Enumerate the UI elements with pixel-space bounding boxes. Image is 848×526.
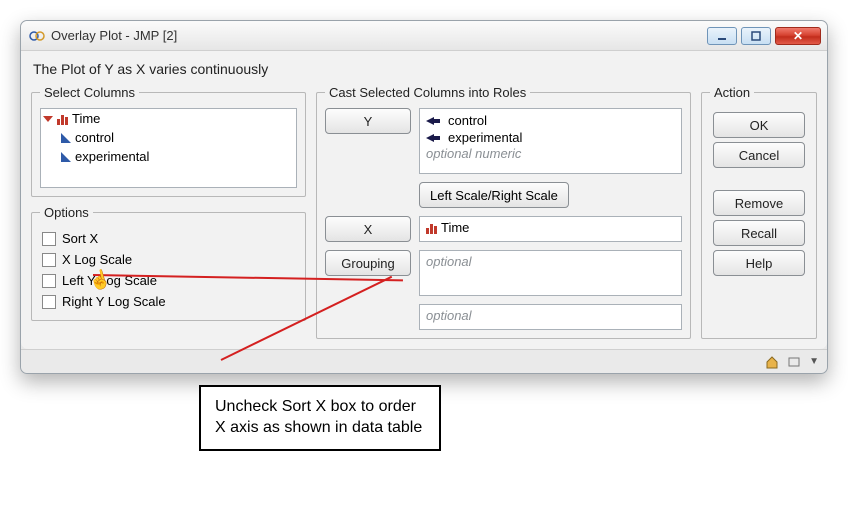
window-frame: Overlay Plot - JMP [2] ✕ The Plot of Y a… <box>20 20 828 374</box>
arrow-left-icon <box>426 117 434 125</box>
action-group: Action OK Cancel Remove Recall Help <box>701 85 817 339</box>
annotation-text: Uncheck Sort X box to order X axis as sh… <box>215 397 425 439</box>
role-item-label: Time <box>441 220 469 235</box>
close-button[interactable]: ✕ <box>775 27 821 45</box>
checkbox[interactable] <box>42 274 56 288</box>
x-role-list[interactable]: Time <box>419 216 682 242</box>
list-item[interactable]: control <box>41 128 296 147</box>
role-item[interactable]: experimental <box>426 129 675 146</box>
x-role-button[interactable]: X <box>325 216 411 242</box>
grouping-role-button[interactable]: Grouping <box>325 250 411 276</box>
home-icon[interactable] <box>765 355 779 369</box>
recall-button[interactable]: Recall <box>713 220 805 246</box>
cast-roles-group: Cast Selected Columns into Roles Y contr… <box>316 85 691 339</box>
role-placeholder: optional <box>426 254 472 269</box>
option-label: X Log Scale <box>62 252 132 267</box>
arrow-left-icon <box>426 134 434 142</box>
column-label: experimental <box>75 149 149 164</box>
bar-icon <box>426 222 437 234</box>
option-label: Sort X <box>62 231 98 246</box>
select-columns-legend: Select Columns <box>40 85 139 100</box>
role-item[interactable]: control <box>426 112 675 129</box>
action-legend: Action <box>710 85 754 100</box>
help-button[interactable]: Help <box>713 250 805 276</box>
window-title: Overlay Plot - JMP [2] <box>51 28 707 43</box>
continuous-icon <box>61 133 71 143</box>
app-icon <box>29 28 45 44</box>
option-x-log-scale[interactable]: X Log Scale <box>40 249 297 270</box>
box-icon[interactable] <box>787 355 801 369</box>
options-group: Options Sort X X Log Scale Left Y Log Sc… <box>31 205 306 321</box>
select-columns-group: Select Columns Time control <box>31 85 306 197</box>
annotation-callout: Uncheck Sort X box to order X axis as sh… <box>199 385 441 451</box>
ok-button[interactable]: OK <box>713 112 805 138</box>
statusbar: ▼ <box>21 349 827 373</box>
bar-icon <box>57 113 68 125</box>
by-role-list[interactable]: optional <box>419 304 682 330</box>
option-left-y-log-scale[interactable]: Left Y Log Scale <box>40 270 297 291</box>
role-item-label: control <box>448 113 487 128</box>
checkbox[interactable] <box>42 295 56 309</box>
maximize-button[interactable] <box>741 27 771 45</box>
y-role-list[interactable]: control experimental optional numeric <box>419 108 682 174</box>
role-item-label: experimental <box>448 130 522 145</box>
grouping-role-list[interactable]: optional <box>419 250 682 296</box>
disclosure-triangle-icon[interactable] <box>43 116 53 122</box>
option-right-y-log-scale[interactable]: Right Y Log Scale <box>40 291 297 312</box>
minimize-button[interactable] <box>707 27 737 45</box>
role-item[interactable]: Time <box>426 220 675 235</box>
scale-toggle-button[interactable]: Left Scale/Right Scale <box>419 182 569 208</box>
titlebar[interactable]: Overlay Plot - JMP [2] ✕ <box>21 21 827 51</box>
checkbox[interactable] <box>42 232 56 246</box>
role-placeholder: optional numeric <box>426 146 675 161</box>
role-placeholder: optional <box>426 308 472 323</box>
cast-roles-legend: Cast Selected Columns into Roles <box>325 85 530 100</box>
cancel-button[interactable]: Cancel <box>713 142 805 168</box>
list-item[interactable]: Time <box>41 109 296 128</box>
remove-button[interactable]: Remove <box>713 190 805 216</box>
dialog-subtitle: The Plot of Y as X varies continuously <box>31 57 817 85</box>
dropdown-caret-icon[interactable]: ▼ <box>809 356 819 367</box>
columns-listbox[interactable]: Time control experimental <box>40 108 297 188</box>
continuous-icon <box>61 152 71 162</box>
options-legend: Options <box>40 205 93 220</box>
column-label: control <box>75 130 114 145</box>
dialog-content: The Plot of Y as X varies continuously S… <box>21 51 827 349</box>
option-label: Right Y Log Scale <box>62 294 166 309</box>
list-item[interactable]: experimental <box>41 147 296 166</box>
checkbox[interactable] <box>42 253 56 267</box>
y-role-button[interactable]: Y <box>325 108 411 134</box>
column-label: Time <box>72 111 100 126</box>
option-sort-x[interactable]: Sort X <box>40 228 297 249</box>
